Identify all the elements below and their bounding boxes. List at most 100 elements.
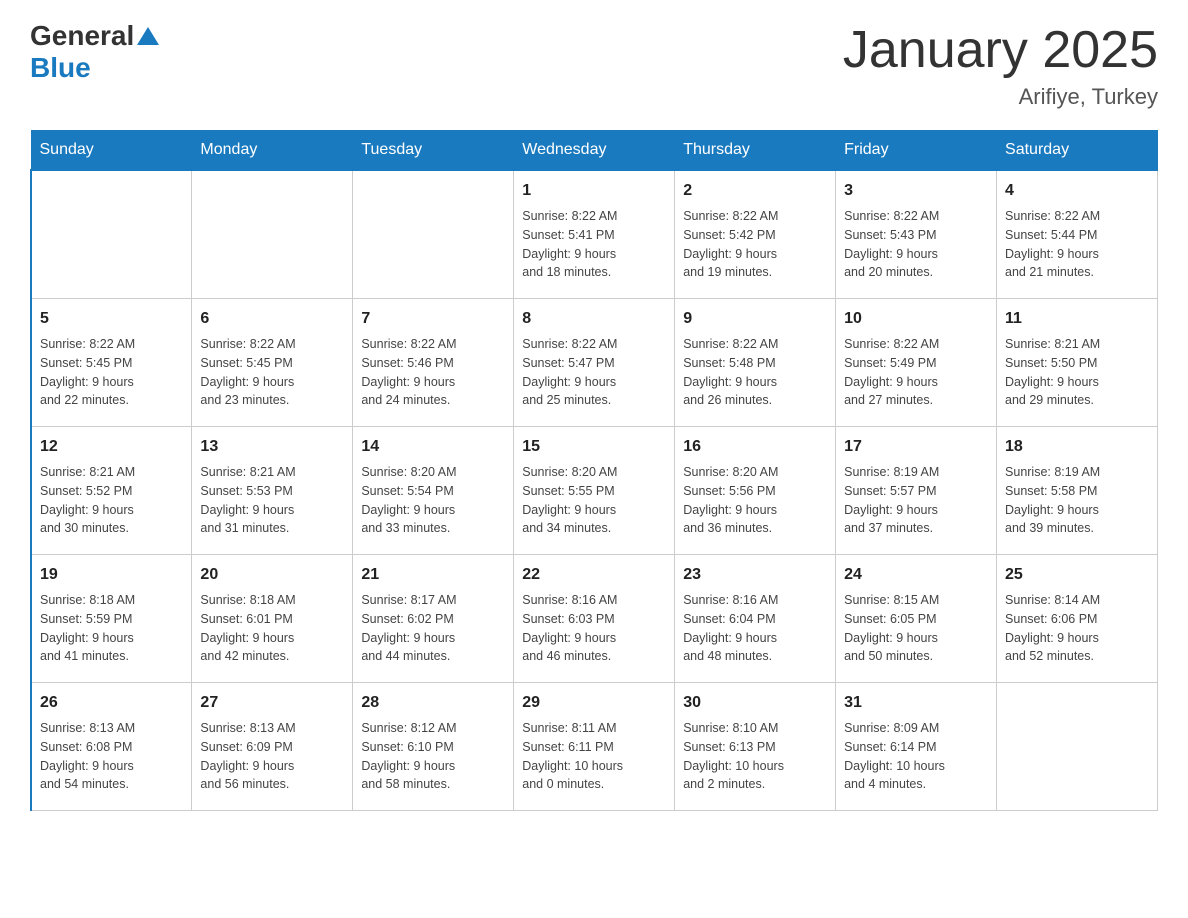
day-number: 27 xyxy=(200,691,344,715)
day-number: 19 xyxy=(40,563,183,587)
calendar-day-6: 6Sunrise: 8:22 AM Sunset: 5:45 PM Daylig… xyxy=(192,299,353,427)
calendar-day-16: 16Sunrise: 8:20 AM Sunset: 5:56 PM Dayli… xyxy=(675,427,836,555)
calendar-title: January 2025 xyxy=(843,20,1158,80)
day-info: Sunrise: 8:17 AM Sunset: 6:02 PM Dayligh… xyxy=(361,591,505,666)
day-number: 17 xyxy=(844,435,988,459)
logo-blue: Blue xyxy=(30,52,91,83)
day-info: Sunrise: 8:22 AM Sunset: 5:44 PM Dayligh… xyxy=(1005,207,1149,282)
calendar-header-saturday: Saturday xyxy=(997,131,1158,171)
day-info: Sunrise: 8:21 AM Sunset: 5:53 PM Dayligh… xyxy=(200,463,344,538)
logo-triangle-icon xyxy=(137,27,159,45)
day-number: 1 xyxy=(522,179,666,203)
day-number: 12 xyxy=(40,435,183,459)
day-number: 25 xyxy=(1005,563,1149,587)
day-info: Sunrise: 8:09 AM Sunset: 6:14 PM Dayligh… xyxy=(844,719,988,794)
day-info: Sunrise: 8:16 AM Sunset: 6:04 PM Dayligh… xyxy=(683,591,827,666)
day-info: Sunrise: 8:19 AM Sunset: 5:58 PM Dayligh… xyxy=(1005,463,1149,538)
day-number: 30 xyxy=(683,691,827,715)
day-number: 5 xyxy=(40,307,183,331)
calendar-day-14: 14 Sunrise: 8:20 AM Sunset: 5:54 PM Dayli… xyxy=(353,427,514,555)
day-number: 28 xyxy=(361,691,505,715)
calendar-day-26: 26Sunrise: 8:13 AM Sunset: 6:08 PM Dayli… xyxy=(31,683,192,811)
day-number: 2 xyxy=(683,179,827,203)
calendar-day-17: 17Sunrise: 8:19 AM Sunset: 5:57 PM Dayli… xyxy=(836,427,997,555)
calendar-week-row: 19 Sunrise: 8:18 AM Sunset: 5:59 PM Dayli… xyxy=(31,555,1158,683)
day-info: Sunrise: 8:14 AM Sunset: 6:06 PM Dayligh… xyxy=(1005,591,1149,666)
day-number: 18 xyxy=(1005,435,1149,459)
day-number: 15 xyxy=(522,435,666,459)
day-info: Sunrise: 8:16 AM Sunset: 6:03 PM Dayligh… xyxy=(522,591,666,666)
calendar-week-row: 26Sunrise: 8:13 AM Sunset: 6:08 PM Dayli… xyxy=(31,683,1158,811)
day-info: Sunrise: 8:21 AM Sunset: 5:52 PM Dayligh… xyxy=(40,463,183,538)
calendar-day-20: 20 Sunrise: 8:18 AM Sunset: 6:01 PM Dayli… xyxy=(192,555,353,683)
day-number: 13 xyxy=(200,435,344,459)
calendar-day-18: 18 Sunrise: 8:19 AM Sunset: 5:58 PM Dayli… xyxy=(997,427,1158,555)
calendar-day-27: 27 Sunrise: 8:13 AM Sunset: 6:09 PM Dayli… xyxy=(192,683,353,811)
calendar-day-3: 3 Sunrise: 8:22 AM Sunset: 5:43 PM Daylig… xyxy=(836,170,997,299)
day-info: Sunrise: 8:18 AM Sunset: 5:59 PM Dayligh… xyxy=(40,591,183,666)
calendar-day-29: 29 Sunrise: 8:11 AM Sunset: 6:11 PM Dayli… xyxy=(514,683,675,811)
day-number: 31 xyxy=(844,691,988,715)
day-number: 20 xyxy=(200,563,344,587)
calendar-week-row: 5 Sunrise: 8:22 AM Sunset: 5:45 PM Daylig… xyxy=(31,299,1158,427)
calendar-day-22: 22 Sunrise: 8:16 AM Sunset: 6:03 PM Dayli… xyxy=(514,555,675,683)
day-info: Sunrise: 8:22 AM Sunset: 5:45 PM Dayligh… xyxy=(200,335,344,410)
calendar-header-wednesday: Wednesday xyxy=(514,131,675,171)
calendar-day-5: 5 Sunrise: 8:22 AM Sunset: 5:45 PM Daylig… xyxy=(31,299,192,427)
day-number: 14 xyxy=(361,435,505,459)
day-number: 7 xyxy=(361,307,505,331)
day-info: Sunrise: 8:22 AM Sunset: 5:49 PM Dayligh… xyxy=(844,335,988,410)
calendar-day-23: 23 Sunrise: 8:16 AM Sunset: 6:04 PM Dayli… xyxy=(675,555,836,683)
day-number: 23 xyxy=(683,563,827,587)
day-info: Sunrise: 8:22 AM Sunset: 5:43 PM Dayligh… xyxy=(844,207,988,282)
day-info: Sunrise: 8:22 AM Sunset: 5:45 PM Dayligh… xyxy=(40,335,183,410)
calendar-day-21: 21 Sunrise: 8:17 AM Sunset: 6:02 PM Dayli… xyxy=(353,555,514,683)
logo-general: General xyxy=(30,20,134,52)
calendar-day-15: 15 Sunrise: 8:20 AM Sunset: 5:55 PM Dayli… xyxy=(514,427,675,555)
day-number: 29 xyxy=(522,691,666,715)
calendar-day-19: 19 Sunrise: 8:18 AM Sunset: 5:59 PM Dayli… xyxy=(31,555,192,683)
calendar-day-25: 25 Sunrise: 8:14 AM Sunset: 6:06 PM Dayli… xyxy=(997,555,1158,683)
day-info: Sunrise: 8:20 AM Sunset: 5:55 PM Dayligh… xyxy=(522,463,666,538)
calendar-empty-cell xyxy=(353,170,514,299)
day-number: 3 xyxy=(844,179,988,203)
day-info: Sunrise: 8:22 AM Sunset: 5:42 PM Dayligh… xyxy=(683,207,827,282)
calendar-day-1: 1Sunrise: 8:22 AM Sunset: 5:41 PM Daylig… xyxy=(514,170,675,299)
calendar-day-12: 12 Sunrise: 8:21 AM Sunset: 5:52 PM Dayli… xyxy=(31,427,192,555)
day-number: 9 xyxy=(683,307,827,331)
calendar-day-31: 31 Sunrise: 8:09 AM Sunset: 6:14 PM Dayli… xyxy=(836,683,997,811)
calendar-day-24: 24Sunrise: 8:15 AM Sunset: 6:05 PM Dayli… xyxy=(836,555,997,683)
day-info: Sunrise: 8:12 AM Sunset: 6:10 PM Dayligh… xyxy=(361,719,505,794)
calendar-empty-cell xyxy=(192,170,353,299)
calendar-header-row: SundayMondayTuesdayWednesdayThursdayFrid… xyxy=(31,131,1158,171)
day-info: Sunrise: 8:11 AM Sunset: 6:11 PM Dayligh… xyxy=(522,719,666,794)
calendar-week-row: 12 Sunrise: 8:21 AM Sunset: 5:52 PM Dayli… xyxy=(31,427,1158,555)
day-info: Sunrise: 8:22 AM Sunset: 5:46 PM Dayligh… xyxy=(361,335,505,410)
calendar-day-7: 7 Sunrise: 8:22 AM Sunset: 5:46 PM Daylig… xyxy=(353,299,514,427)
calendar-day-2: 2 Sunrise: 8:22 AM Sunset: 5:42 PM Daylig… xyxy=(675,170,836,299)
day-number: 24 xyxy=(844,563,988,587)
calendar-empty-cell xyxy=(997,683,1158,811)
day-info: Sunrise: 8:10 AM Sunset: 6:13 PM Dayligh… xyxy=(683,719,827,794)
calendar-week-row: 1Sunrise: 8:22 AM Sunset: 5:41 PM Daylig… xyxy=(31,170,1158,299)
calendar-subtitle: Arifiye, Turkey xyxy=(843,84,1158,110)
calendar-empty-cell xyxy=(31,170,192,299)
calendar-table: SundayMondayTuesdayWednesdayThursdayFrid… xyxy=(30,130,1158,811)
day-number: 8 xyxy=(522,307,666,331)
day-number: 22 xyxy=(522,563,666,587)
calendar-day-9: 9Sunrise: 8:22 AM Sunset: 5:48 PM Daylig… xyxy=(675,299,836,427)
day-info: Sunrise: 8:21 AM Sunset: 5:50 PM Dayligh… xyxy=(1005,335,1149,410)
day-info: Sunrise: 8:18 AM Sunset: 6:01 PM Dayligh… xyxy=(200,591,344,666)
day-number: 21 xyxy=(361,563,505,587)
calendar-header-thursday: Thursday xyxy=(675,131,836,171)
day-info: Sunrise: 8:13 AM Sunset: 6:09 PM Dayligh… xyxy=(200,719,344,794)
calendar-day-30: 30 Sunrise: 8:10 AM Sunset: 6:13 PM Dayli… xyxy=(675,683,836,811)
day-number: 16 xyxy=(683,435,827,459)
calendar-day-4: 4Sunrise: 8:22 AM Sunset: 5:44 PM Daylig… xyxy=(997,170,1158,299)
calendar-header-friday: Friday xyxy=(836,131,997,171)
calendar-header-tuesday: Tuesday xyxy=(353,131,514,171)
day-info: Sunrise: 8:20 AM Sunset: 5:54 PM Dayligh… xyxy=(361,463,505,538)
day-number: 26 xyxy=(40,691,183,715)
day-info: Sunrise: 8:22 AM Sunset: 5:47 PM Dayligh… xyxy=(522,335,666,410)
calendar-day-10: 10Sunrise: 8:22 AM Sunset: 5:49 PM Dayli… xyxy=(836,299,997,427)
